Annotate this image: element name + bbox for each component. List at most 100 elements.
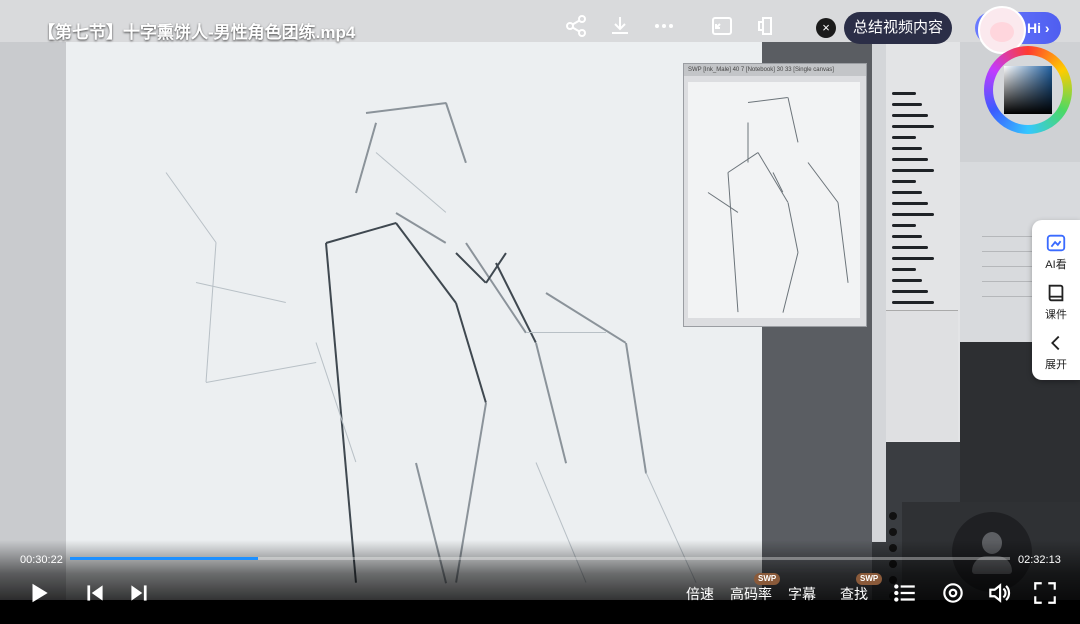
- sketch-stroke: [526, 332, 606, 333]
- courseware-icon: [1048, 284, 1064, 302]
- next-icon[interactable]: [126, 580, 152, 606]
- side-item-courseware[interactable]: 课件: [1032, 282, 1080, 322]
- side-item-label: 展开: [1045, 359, 1067, 371]
- navigator-stroke: [747, 97, 789, 103]
- brush-preset: [892, 268, 916, 271]
- navigator-stroke: [807, 162, 839, 203]
- subtitle-button[interactable]: 字幕: [788, 584, 816, 604]
- brush-preset: [892, 103, 922, 106]
- app-left-pane: [0, 42, 66, 600]
- sketch-stroke: [455, 302, 487, 404]
- sketch-stroke: [445, 102, 467, 164]
- brush-preset: [892, 136, 916, 139]
- navigator-stroke: [787, 202, 799, 253]
- sketch-stroke: [535, 342, 567, 464]
- settings-icon[interactable]: [940, 580, 966, 606]
- play-icon[interactable]: [26, 580, 52, 606]
- navigator-stroke: [757, 152, 789, 203]
- more-icon[interactable]: [652, 14, 676, 38]
- side-item-label: 课件: [1045, 309, 1067, 321]
- close-summary-button[interactable]: ×: [816, 18, 836, 38]
- side-item-label: AI看: [1045, 259, 1067, 271]
- brush-preset: [892, 246, 928, 249]
- navigator-stroke: [787, 97, 799, 143]
- brush-preset: [892, 191, 922, 194]
- brush-preset: [892, 213, 934, 216]
- navigator-thumbnail: [688, 82, 860, 318]
- navigator-stroke: [747, 122, 749, 163]
- brush-preset: [892, 180, 916, 183]
- brush-size-dot: [889, 528, 897, 536]
- sketch-stroke: [205, 242, 217, 383]
- brush-preset: [892, 279, 922, 282]
- navigator-stroke: [727, 172, 739, 313]
- tool-column: [872, 42, 886, 542]
- sketch-stroke: [355, 122, 377, 194]
- navigator-stroke: [772, 172, 784, 193]
- sketch-stroke: [205, 362, 317, 383]
- sketch-stroke: [325, 222, 397, 244]
- share-icon[interactable]: [564, 14, 588, 38]
- progress-bar[interactable]: [70, 557, 1010, 560]
- brush-preset: [892, 290, 928, 293]
- assistant-hi-text: Hi: [1027, 20, 1041, 36]
- brush-size-dot: [889, 512, 897, 520]
- navigator-window: SWP [Ink_Male] 40 7 [Notebook] 30 33 [Si…: [683, 63, 867, 327]
- picture-in-picture-icon[interactable]: [710, 14, 734, 38]
- mini-window-icon[interactable]: [754, 14, 778, 38]
- brush-preset: [892, 147, 922, 150]
- tool-properties-panel: [886, 310, 958, 441]
- sketch-stroke: [325, 242, 357, 584]
- bitrate-swp-badge: SWP: [754, 573, 781, 585]
- sketch-stroke: [465, 242, 527, 334]
- color-wheel: [984, 46, 1072, 134]
- brush-preset: [892, 202, 928, 205]
- sketch-stroke: [625, 342, 647, 474]
- bitrate-button[interactable]: 高码率: [730, 584, 772, 604]
- side-item-ai-view[interactable]: AI看: [1032, 232, 1080, 272]
- total-time: 02:32:13: [1018, 554, 1061, 566]
- color-square: [1004, 66, 1052, 114]
- brush-preset: [892, 235, 922, 238]
- playlist-icon[interactable]: [892, 580, 918, 606]
- brush-preset: [892, 125, 934, 128]
- navigator-title: SWP [Ink_Male] 40 7 [Notebook] 30 33 [Si…: [684, 64, 866, 76]
- sketch-stroke: [165, 172, 217, 243]
- brush-preset: [892, 169, 934, 172]
- volume-icon[interactable]: [986, 580, 1012, 606]
- search-button[interactable]: 查找: [840, 584, 868, 604]
- navigator-stroke: [707, 192, 739, 213]
- video-title: 【第七节】十字熏饼人-男性角色团练.mp4: [38, 23, 356, 42]
- side-toolbar: AI看 课件 展开: [1032, 220, 1080, 380]
- current-time: 00:30:22: [20, 554, 63, 566]
- sketch-stroke: [375, 152, 447, 213]
- speed-button[interactable]: 倍速: [686, 584, 714, 604]
- side-item-expand[interactable]: 展开: [1032, 332, 1080, 372]
- assistant-label[interactable]: Hi ›: [1027, 20, 1050, 36]
- brush-preset: [892, 224, 916, 227]
- brush-preset: [892, 158, 928, 161]
- brush-preset: [892, 257, 934, 260]
- brush-preset: [892, 301, 934, 304]
- brush-preset: [892, 114, 928, 117]
- sketch-stroke: [395, 222, 457, 304]
- summarize-video-button[interactable]: 总结视频内容: [844, 12, 952, 44]
- sketch-stroke: [395, 212, 447, 244]
- fullscreen-icon[interactable]: [1032, 580, 1058, 606]
- chevron-right-icon: ›: [1044, 20, 1050, 36]
- sketch-stroke: [195, 282, 287, 303]
- drawing-canvas: [66, 42, 762, 600]
- progress-fill: [70, 557, 258, 560]
- player-controls: [0, 540, 1080, 624]
- sketch-stroke: [365, 102, 447, 114]
- avatar-face: [990, 22, 1014, 42]
- sketch-stroke: [545, 292, 627, 344]
- video-frame[interactable]: SWP [Ink_Male] 40 7 [Notebook] 30 33 [Si…: [0, 0, 1080, 600]
- download-icon[interactable]: [608, 14, 632, 38]
- brush-preset: [892, 92, 916, 95]
- search-swp-badge: SWP: [856, 573, 883, 585]
- navigator-stroke: [727, 152, 759, 173]
- previous-icon[interactable]: [82, 580, 108, 606]
- chevron-left-icon: [1051, 335, 1060, 351]
- navigator-stroke: [782, 252, 799, 313]
